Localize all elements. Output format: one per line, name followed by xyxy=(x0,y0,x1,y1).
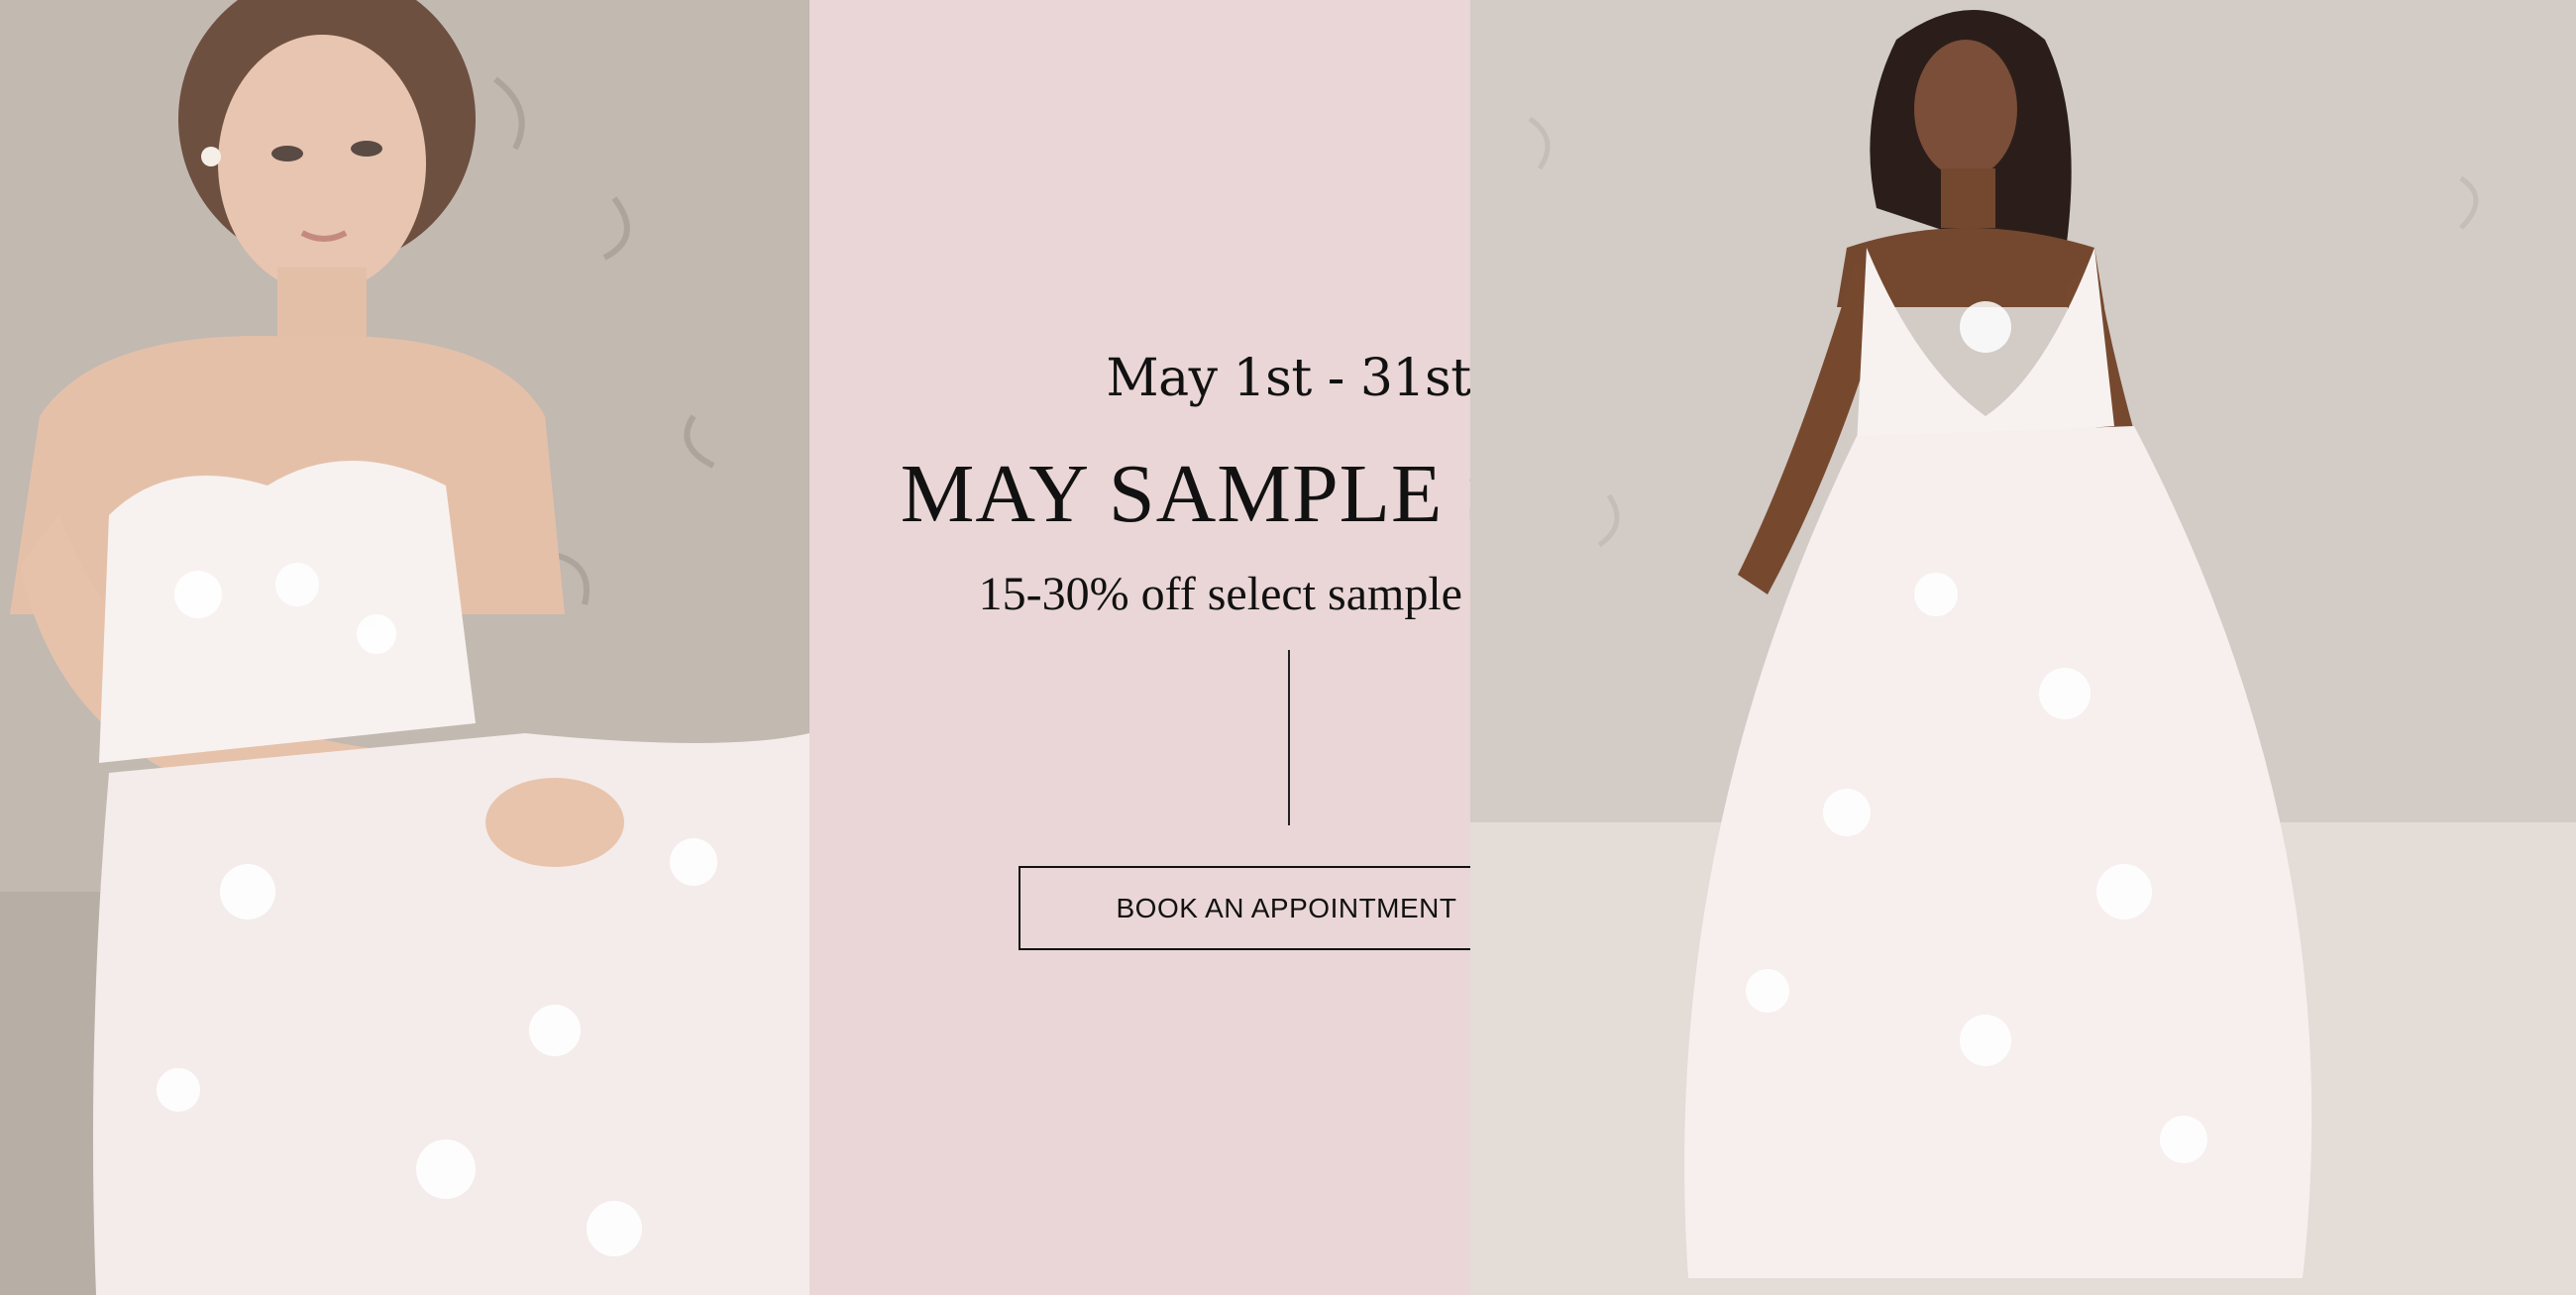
vertical-divider xyxy=(1288,650,1290,825)
bride-photo-left xyxy=(0,0,809,1295)
bride-photo-right xyxy=(1470,0,2576,1295)
sale-banner: May 1st - 31st MAY SAMPLE SALE 15-30% of… xyxy=(0,0,2576,1295)
bride-ballgown-image xyxy=(1470,0,2576,1295)
bride-strapless-gown-image xyxy=(0,0,809,1295)
